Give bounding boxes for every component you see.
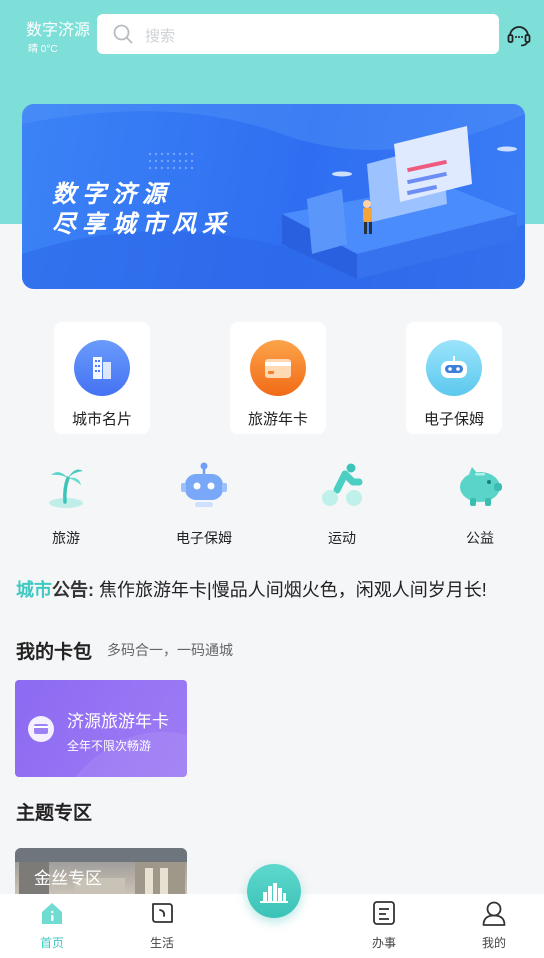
robot-icon bbox=[426, 340, 482, 396]
service-e-nanny[interactable]: 电子保姆 bbox=[159, 458, 249, 553]
banner-subtitle: 尽享城市风采 bbox=[52, 211, 232, 238]
home-icon bbox=[42, 903, 62, 924]
city-name[interactable]: 数字济源 bbox=[26, 16, 90, 40]
city-notice[interactable]: 城市公告: 焦作旅游年卡|慢品人间烟火色，闲观人间岁月长! bbox=[16, 576, 487, 602]
card-icon bbox=[28, 716, 54, 742]
cyclist-icon bbox=[322, 463, 363, 506]
search-placeholder: 搜索 bbox=[145, 28, 176, 45]
robot-icon bbox=[181, 462, 227, 507]
document-icon bbox=[373, 901, 395, 925]
city-chart-icon bbox=[260, 883, 288, 903]
tab-life[interactable]: 生活 bbox=[127, 900, 197, 954]
theme-card-label: 金丝专区 bbox=[34, 869, 102, 888]
travel-card[interactable]: 济源旅游年卡 全年不限次畅游 bbox=[15, 680, 187, 777]
quick-entry-label: 旅游年卡 bbox=[247, 411, 308, 428]
tab-label: 生活 bbox=[149, 936, 174, 950]
service-sports[interactable]: 运动 bbox=[297, 458, 387, 553]
card-title: 济源旅游年卡 bbox=[67, 712, 169, 731]
user-icon bbox=[482, 901, 506, 926]
theme-title: 主题专区 bbox=[16, 803, 93, 824]
tab-home[interactable]: 首页 bbox=[17, 900, 87, 954]
search-bar[interactable]: 搜索 bbox=[97, 14, 499, 54]
tab-services[interactable]: 办事 bbox=[349, 900, 419, 954]
promo-banner[interactable]: 数字济源 尽享城市风采 bbox=[22, 104, 525, 289]
tab-label: 我的 bbox=[481, 936, 506, 950]
tab-label: 首页 bbox=[39, 936, 64, 950]
wallet-title: 我的卡包 bbox=[16, 642, 93, 663]
quick-entry-label: 城市名片 bbox=[71, 411, 132, 428]
search-icon bbox=[113, 24, 133, 44]
card-icon bbox=[250, 340, 306, 396]
quick-entry-travel-card[interactable]: 旅游年卡 bbox=[230, 322, 326, 434]
notice-text: 焦作旅游年卡|慢品人间烟火色，闲观人间岁月长! bbox=[99, 580, 487, 600]
wallet-subtitle: 多码合一，一码通城 bbox=[107, 642, 233, 658]
headset-icon[interactable] bbox=[506, 22, 532, 48]
service-label: 运动 bbox=[328, 530, 356, 546]
building-icon bbox=[74, 340, 130, 396]
palm-tree-icon bbox=[49, 469, 83, 508]
notice-tag-part1: 城市 bbox=[16, 580, 52, 600]
service-charity[interactable]: 公益 bbox=[435, 458, 525, 553]
service-label: 电子保姆 bbox=[176, 530, 232, 546]
quick-entry-city-card[interactable]: 城市名片 bbox=[54, 322, 150, 434]
tab-label: 办事 bbox=[371, 936, 396, 950]
notice-tag-part2: 公告: bbox=[52, 580, 94, 600]
quick-entry-label: 电子保姆 bbox=[423, 411, 484, 428]
service-travel[interactable]: 旅游 bbox=[21, 458, 111, 553]
card-subtitle: 全年不限次畅游 bbox=[67, 739, 152, 753]
tab-mine[interactable]: 我的 bbox=[459, 900, 529, 954]
quick-entry-e-nanny[interactable]: 电子保姆 bbox=[406, 322, 502, 434]
weather-status: 晴 0°C bbox=[28, 44, 58, 55]
life-icon bbox=[152, 903, 173, 923]
service-label: 旅游 bbox=[52, 530, 80, 546]
piggy-bank-icon bbox=[460, 467, 502, 506]
center-action-button[interactable] bbox=[247, 864, 301, 918]
service-label: 公益 bbox=[466, 530, 494, 546]
header: 数字济源 晴 0°C 搜索 bbox=[0, 0, 544, 70]
